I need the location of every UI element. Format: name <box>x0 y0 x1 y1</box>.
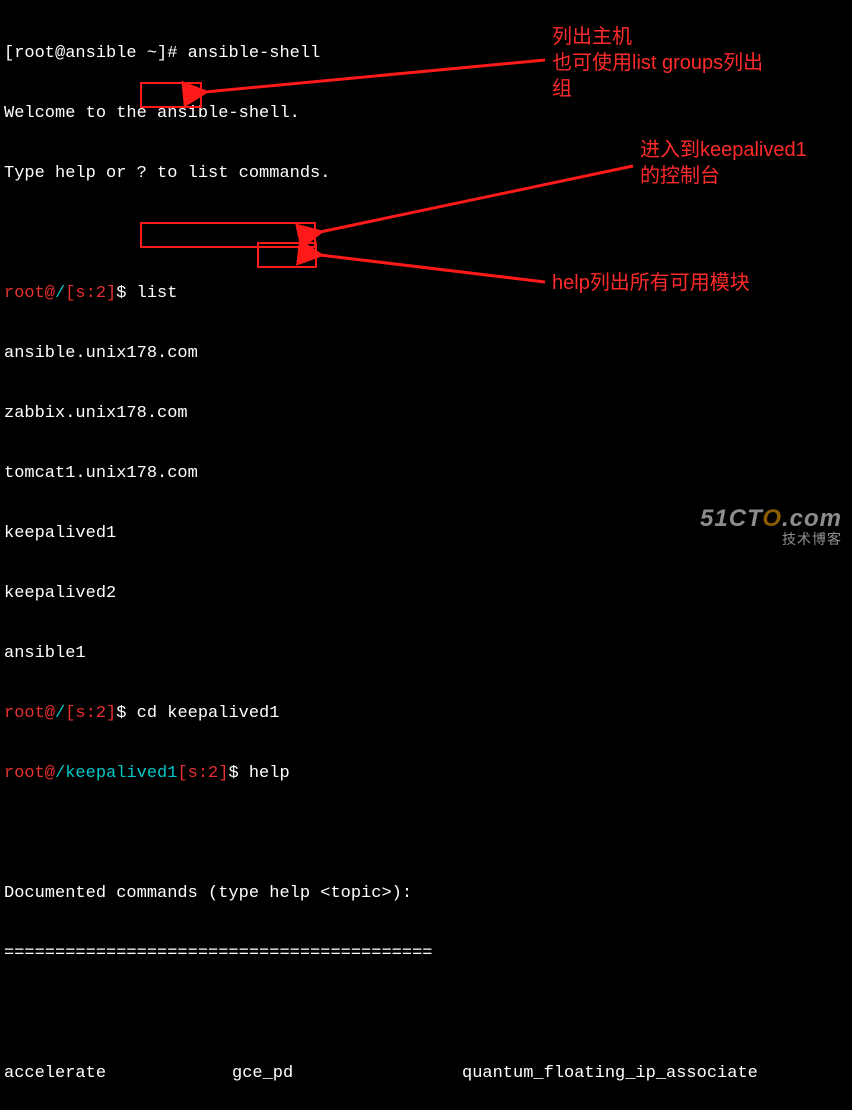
module-columns: accelerate acl add_host airbrake_deploym… <box>4 1024 848 1110</box>
host-0: ansible.unix178.com <box>4 344 848 364</box>
annotation-help: help列出所有可用模块 <box>552 270 750 296</box>
line-blank <box>4 224 848 244</box>
host-5: ansible1 <box>4 644 848 664</box>
doc-rule: ========================================… <box>4 944 848 964</box>
annotation-list: 列出主机 也可使用list groups列出 组 <box>552 24 763 102</box>
line-blank-2 <box>4 824 848 844</box>
host-2: tomcat1.unix178.com <box>4 464 848 484</box>
annotation-cd: 进入到keepalived1 的控制台 <box>640 137 807 189</box>
doc-header: Documented commands (type help <topic>): <box>4 884 848 904</box>
watermark: 51CTO.com 技术博客 <box>700 509 842 549</box>
module-col-1: accelerate acl add_host airbrake_deploym… <box>4 1024 232 1110</box>
host-1: zabbix.unix178.com <box>4 404 848 424</box>
line-prompt-help: root@/keepalived1[s:2]$ help <box>4 764 848 784</box>
module-col-3: quantum_floating_ip_associate quantum_ne… <box>462 1024 848 1110</box>
module-col-2: gce_pd gem get_url git github_hooks glan… <box>232 1024 462 1110</box>
line-prompt-cd: root@/[s:2]$ cd keepalived1 <box>4 704 848 724</box>
line-welcome-1: Welcome to the ansible-shell. <box>4 104 848 124</box>
host-4: keepalived2 <box>4 584 848 604</box>
